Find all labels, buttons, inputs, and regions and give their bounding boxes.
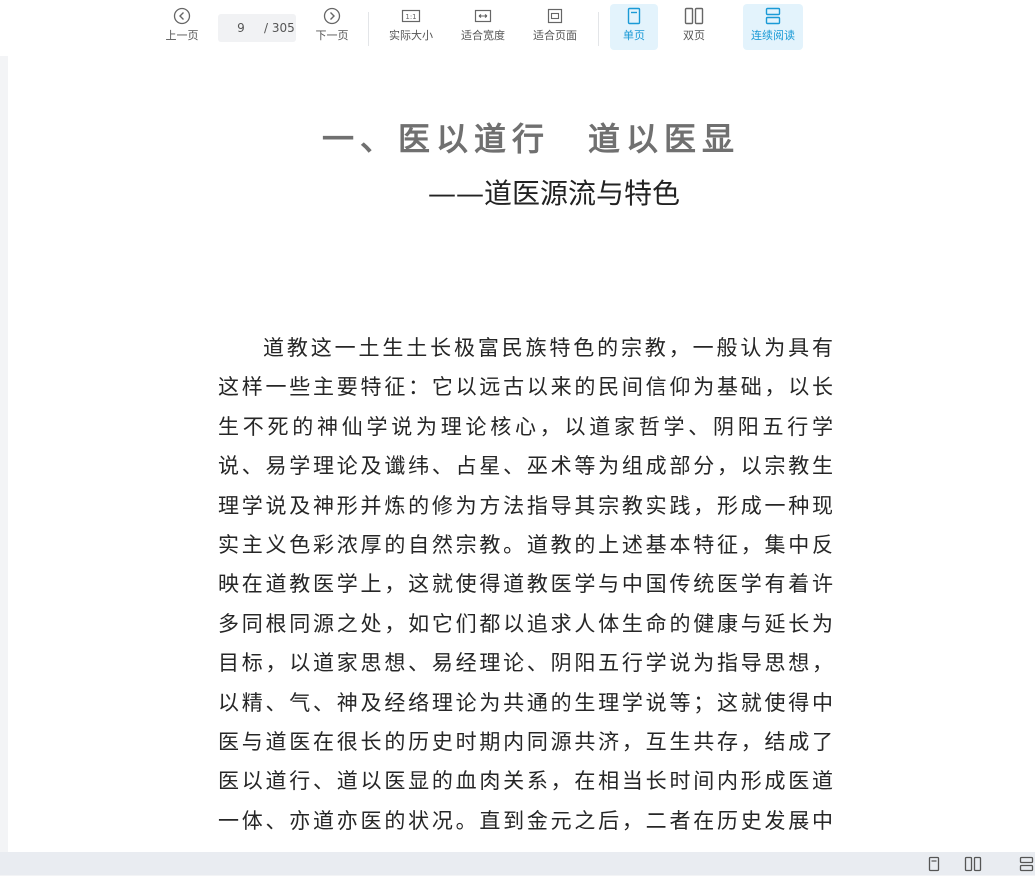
vertical-scrollbar[interactable] [1022,56,1035,852]
fit-page-label: 适合页面 [533,29,577,42]
prev-page-button[interactable]: 上一页 [160,4,204,50]
toolbar: 上一页 9 / 305 下一页 1:1 实际大小 适合宽度 适合页面 单页 双页… [0,0,1035,56]
chapter-title: 一、医以道行 道以医显 [321,120,740,158]
text-line: 多同根同源之处，如它们都以追求人体生命的健康与延长为 [218,611,834,636]
text-line: 映在道教医学上，这就使得道教医学与中国传统医学有着许 [218,572,834,597]
page-indicator: 9 / 305 [218,14,296,42]
double-page-icon [683,4,705,28]
text-line: 这样一些主要特征：它以远古以来的民间信仰为基础，以长 [218,375,834,400]
text-line: 实主义色彩浓厚的自然宗教。道教的上述基本特征，集中反 [218,533,834,558]
continuous-view-icon[interactable] [1018,856,1035,876]
fit-width-label: 适合宽度 [461,29,505,42]
single-page-button[interactable]: 单页 [610,4,658,50]
double-page-label: 双页 [683,29,705,42]
text-line: 生不死的神仙学说为理论核心，以道家哲学、阴阳五行学 [218,414,834,439]
actual-size-button[interactable]: 1:1 实际大小 [384,4,438,50]
text-line: 医以道行、道以医显的血肉关系，在相当长时间内形成医道 [218,769,834,794]
document-page: 一、医以道行 道以医显 ——道医源流与特色 道教这一土生土长极富民族特色的宗教，… [8,56,1022,852]
toolbar-divider [598,12,599,46]
text-line: 一体、亦道亦医的状况。直到金元之后，二者在历史发展中 [218,808,834,833]
body-paragraph: 道教这一土生土长极富民族特色的宗教，一般认为具有 这样一些主要特征：它以远古以来… [218,329,834,841]
toolbar-divider [368,12,369,46]
continuous-reading-icon [763,4,783,28]
text-line: 道教这一土生土长极富民族特色的宗教，一般认为具有 [263,336,834,360]
text-line: 说、易学理论及谶纬、占星、巫术等为组成部分，以宗教生 [218,454,834,479]
continuous-reading-label: 连续阅读 [751,29,795,42]
fit-width-icon [473,4,493,28]
actual-size-icon: 1:1 [401,4,421,28]
current-page-input[interactable]: 9 [218,21,264,35]
fit-page-icon [545,4,565,28]
double-page-button[interactable]: 双页 [672,4,716,50]
chapter-subtitle: ——道医源流与特色 [427,177,680,210]
text-line: 以精、气、神及经络理论为共通的生理学说等；这就使得中 [218,690,834,715]
text-line: 理学说及神形并炼的修为方法指导其宗教实践，形成一种现 [218,493,834,518]
fit-page-button[interactable]: 适合页面 [528,4,582,50]
fit-width-button[interactable]: 适合宽度 [456,4,510,50]
text-line: 目标，以道家思想、易经理论、阴阳五行学说为指导思想， [218,651,834,676]
next-page-label: 下一页 [315,29,349,42]
single-page-label: 单页 [623,29,645,42]
prev-page-label: 上一页 [165,29,199,42]
single-page-view-icon[interactable] [927,856,941,876]
continuous-reading-button[interactable]: 连续阅读 [743,4,803,50]
svg-text:1:1: 1:1 [405,13,416,21]
double-page-view-icon[interactable] [964,856,982,876]
chevron-left-circle-icon [173,4,191,28]
status-bar [0,852,1035,875]
single-page-icon [625,4,643,28]
actual-size-label: 实际大小 [389,29,433,42]
total-pages: / 305 [264,21,295,35]
text-line: 医与道医在很长的历史时期内同源共济，互生共存，结成了 [218,730,834,755]
chevron-right-circle-icon [323,4,341,28]
next-page-button[interactable]: 下一页 [310,4,354,50]
